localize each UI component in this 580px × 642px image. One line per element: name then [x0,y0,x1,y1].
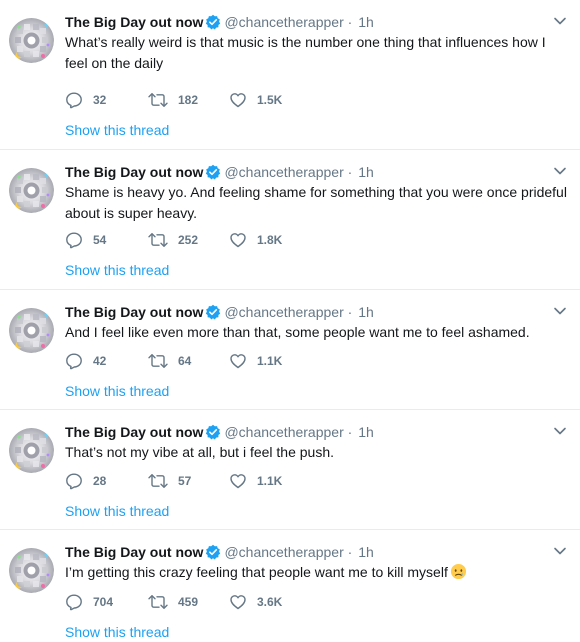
show-thread-link[interactable]: Show this thread [65,120,169,140]
like-count: 3.6K [257,595,283,609]
like-button[interactable]: 1.1K [229,471,282,491]
retweet-button[interactable]: 252 [148,230,198,250]
display-name[interactable]: The Big Day out now [65,164,203,180]
tweet-text: What’s really weird is that music is the… [65,34,546,71]
avatar[interactable] [9,308,54,353]
heart-icon [229,91,247,109]
retweet-count: 182 [178,93,199,107]
handle[interactable]: @chancetherapper [224,424,343,440]
tweet[interactable]: The Big Day out now @chancetherapper · 1h… [0,410,580,530]
chevron-down-icon[interactable] [552,163,568,179]
tweet-header: The Big Day out now @chancetherapper · 1h [65,12,374,32]
display-name[interactable]: The Big Day out now [65,544,203,560]
retweet-count: 57 [178,474,192,488]
tweet-text: That’s not my vibe at all, but i feel th… [65,444,335,460]
retweet-button[interactable]: 459 [148,592,198,612]
tweet-text: I’m getting this crazy feeling that peop… [65,562,570,586]
tweet-header: The Big Day out now @chancetherapper · 1h [65,542,374,562]
handle[interactable]: @chancetherapper [224,164,343,180]
separator-dot: · [347,424,353,440]
retweet-icon [148,91,168,109]
retweet-count: 64 [178,354,192,368]
heart-icon [229,472,247,490]
timeline: The Big Day out now @chancetherapper · 1h… [0,0,580,642]
reply-icon [65,472,83,490]
chevron-down-icon[interactable] [552,303,568,319]
like-count: 1.5K [257,93,283,107]
heart-icon [229,231,247,249]
timestamp[interactable]: 1h [358,164,374,180]
like-button[interactable]: 3.6K [229,592,282,612]
retweet-icon [148,352,168,370]
tweet-text-content: I’m getting this crazy feeling that peop… [65,564,448,580]
show-thread-link[interactable]: Show this thread [65,622,169,642]
crying-face-emoji-icon [450,563,467,586]
heart-icon [229,352,247,370]
reply-icon [65,231,83,249]
like-button[interactable]: 1.5K [229,90,282,110]
like-button[interactable]: 1.8K [229,230,282,250]
tweet-header: The Big Day out now @chancetherapper · 1h [65,422,374,442]
show-thread-link[interactable]: Show this thread [65,260,169,280]
tweet-header: The Big Day out now @chancetherapper · 1h [65,302,374,322]
retweet-button[interactable]: 182 [148,90,198,110]
separator-dot: · [347,164,353,180]
tweet[interactable]: The Big Day out now @chancetherapper · 1h… [0,290,580,410]
reply-count: 32 [93,93,107,107]
timestamp[interactable]: 1h [358,14,374,30]
like-count: 1.1K [257,474,283,488]
reply-button[interactable]: 42 [65,351,106,371]
display-name[interactable]: The Big Day out now [65,424,203,440]
tweet[interactable]: The Big Day out now @chancetherapper · 1h… [0,150,580,290]
reply-count: 28 [93,474,107,488]
reply-count: 42 [93,354,107,368]
reply-icon [65,352,83,370]
reply-button[interactable]: 28 [65,471,106,491]
display-name[interactable]: The Big Day out now [65,304,203,320]
avatar[interactable] [9,18,54,63]
retweet-icon [148,593,168,611]
tweet[interactable]: The Big Day out now @chancetherapper · 1h… [0,0,580,150]
retweet-count: 252 [178,233,199,247]
reply-button[interactable]: 704 [65,592,113,612]
reply-button[interactable]: 54 [65,230,106,250]
like-count: 1.8K [257,233,283,247]
reply-icon [65,593,83,611]
display-name[interactable]: The Big Day out now [65,14,203,30]
avatar[interactable] [9,548,54,593]
tweet-text: And I feel like even more than that, som… [65,324,530,340]
timestamp[interactable]: 1h [358,544,374,560]
retweet-icon [148,472,168,490]
timestamp[interactable]: 1h [358,424,374,440]
tweet[interactable]: The Big Day out now @chancetherapper · 1h… [0,530,580,642]
chevron-down-icon[interactable] [552,423,568,439]
retweet-button[interactable]: 57 [148,471,191,491]
chevron-down-icon[interactable] [552,13,568,29]
like-button[interactable]: 1.1K [229,351,282,371]
tweet-text: Shame is heavy yo. And feeling shame for… [65,184,567,221]
chevron-down-icon[interactable] [552,543,568,559]
reply-count: 704 [93,595,114,609]
show-thread-link[interactable]: Show this thread [65,501,169,521]
like-count: 1.1K [257,354,283,368]
separator-dot: · [347,304,353,320]
handle[interactable]: @chancetherapper [224,304,343,320]
show-thread-link[interactable]: Show this thread [65,381,169,401]
tweet-header: The Big Day out now @chancetherapper · 1h [65,162,374,182]
retweet-icon [148,231,168,249]
avatar[interactable] [9,168,54,213]
timestamp[interactable]: 1h [358,304,374,320]
heart-icon [229,593,247,611]
separator-dot: · [347,544,353,560]
reply-icon [65,91,83,109]
separator-dot: · [347,14,353,30]
retweet-count: 459 [178,595,199,609]
handle[interactable]: @chancetherapper [224,14,343,30]
avatar[interactable] [9,428,54,473]
handle[interactable]: @chancetherapper [224,544,343,560]
reply-button[interactable]: 32 [65,90,106,110]
reply-count: 54 [93,233,107,247]
retweet-button[interactable]: 64 [148,351,191,371]
